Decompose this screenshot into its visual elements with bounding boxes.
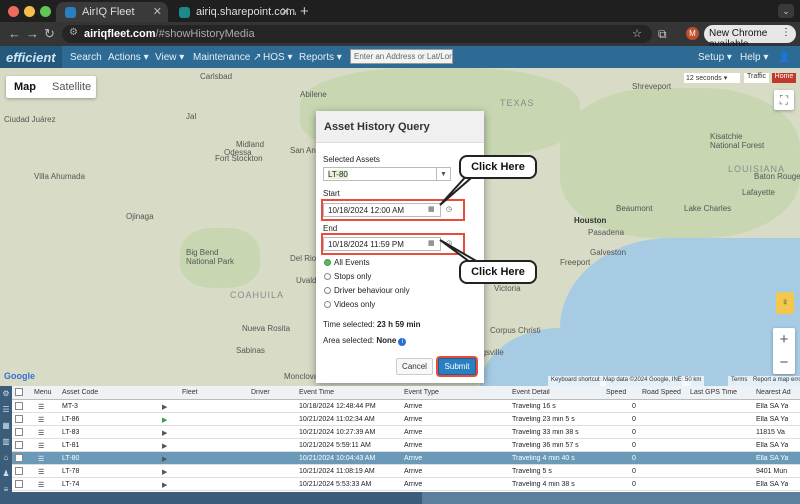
event-time-cell: 10/21/2024 10:27:39 AM (299, 429, 376, 436)
speed-cell: 0 (632, 442, 636, 449)
nearest-address-cell: Ella SA Ya (756, 403, 789, 410)
event-time-cell: 10/18/2024 12:48:44 PM (299, 403, 376, 410)
asset-code-cell: MT-3 (62, 403, 78, 410)
camera-icon[interactable]: ▶ (162, 416, 167, 424)
row-menu-icon[interactable]: ☰ (38, 481, 44, 489)
camera-icon[interactable]: ▶ (162, 481, 167, 489)
asset-grid: ⚙ ☰ ▦ ▥ ⌂ ♟ ≡ Menu Asset Code Fleet Driv… (0, 386, 800, 504)
row-menu-icon[interactable]: ☰ (38, 429, 44, 437)
nearest-address-cell: 11815 Va (756, 429, 785, 436)
filter-icon[interactable]: ☰ (0, 402, 12, 418)
table-row[interactable]: ☰ LT-74 ▶ 10/21/2024 5:53:33 AM Arrive Travel… (12, 478, 800, 491)
column-header[interactable]: Road Speed (642, 389, 681, 396)
row-checkbox[interactable] (15, 441, 23, 449)
event-time-cell: 10/21/2024 5:59:11 AM (299, 442, 371, 449)
row-checkbox[interactable] (15, 454, 23, 462)
row-menu-icon[interactable]: ☰ (38, 442, 44, 450)
table-row[interactable]: ☰ LT-80 ▶ 10/21/2024 10:04:43 AM Arrive Trave… (12, 452, 800, 465)
row-checkbox[interactable] (15, 428, 23, 436)
speed-cell: 0 (632, 429, 636, 436)
nearest-address-cell: Ella SA Ya (756, 481, 789, 488)
column-header[interactable]: Fleet (182, 389, 198, 396)
click-here-callout-bottom: Click Here (459, 260, 537, 284)
column-header[interactable]: Asset Code (62, 389, 98, 396)
camera-icon[interactable]: ▶ (162, 403, 167, 411)
camera-icon[interactable]: ▶ (162, 468, 167, 476)
event-time-cell: 10/21/2024 11:02:34 AM (299, 416, 375, 423)
nearest-address-cell: Ella SA Ya (756, 442, 789, 449)
grid-header-row: Menu Asset Code Fleet Driver Event Time … (12, 386, 800, 400)
click-here-callout-top: Click Here (459, 155, 537, 179)
columns-icon[interactable]: ▥ (0, 434, 12, 450)
column-header[interactable]: Menu (34, 389, 52, 396)
row-checkbox[interactable] (15, 467, 23, 475)
row-menu-icon[interactable]: ☰ (38, 403, 44, 411)
speed-cell: 0 (632, 468, 636, 475)
event-time-cell: 10/21/2024 10:04:43 AM (299, 455, 376, 462)
layers-icon[interactable]: ≡ (0, 482, 12, 498)
event-type-cell: Arrive (404, 429, 423, 436)
event-detail-cell: Traveling 4 min 40 s (512, 455, 575, 462)
table-row[interactable]: ☰ MT-3 ▶ 10/18/2024 12:48:44 PM Arrive Travel… (12, 400, 800, 413)
nearest-address-cell: 9401 Mun (756, 468, 788, 475)
event-detail-cell: Traveling 16 s (512, 403, 556, 410)
event-type-cell: Arrive (404, 403, 423, 410)
event-detail-cell: Traveling 5 s (512, 468, 552, 475)
nearest-address-cell: Ella SA Ya (756, 416, 789, 423)
event-type-cell: Arrive (404, 455, 423, 462)
asset-code-cell: LT-74 (62, 481, 80, 488)
speed-cell: 0 (632, 455, 636, 462)
asset-code-cell: LT-86 (62, 416, 80, 423)
table-row[interactable]: ☰ LT-78 ▶ 10/21/2024 11:08:19 AM Arrive Trave… (12, 465, 800, 478)
asset-code-cell: LT-83 (62, 429, 80, 436)
event-detail-cell: Traveling 4 min 38 s (512, 481, 575, 488)
column-header[interactable]: Speed (606, 389, 626, 396)
column-header[interactable]: Nearest Ad (756, 389, 791, 396)
event-detail-cell: Traveling 23 min 5 s (512, 416, 575, 423)
select-all-checkbox[interactable] (15, 388, 23, 396)
user-icon[interactable]: ♟ (0, 466, 12, 482)
speed-cell: 0 (632, 416, 636, 423)
nearest-address-cell: Ella SA Ya (756, 455, 789, 462)
event-type-cell: Arrive (404, 468, 423, 475)
camera-icon[interactable]: ▶ (162, 455, 167, 463)
column-header[interactable]: Event Time (299, 389, 334, 396)
event-detail-cell: Traveling 36 min 57 s (512, 442, 579, 449)
row-menu-icon[interactable]: ☰ (38, 468, 44, 476)
asset-code-cell: LT-80 (62, 455, 80, 462)
scrollbar-thumb[interactable] (12, 492, 422, 504)
tag-icon[interactable]: ⌂ (0, 450, 12, 466)
camera-icon[interactable]: ▶ (162, 429, 167, 437)
table-row[interactable]: ☰ LT-83 ▶ 10/21/2024 10:27:39 AM Arrive Trave… (12, 426, 800, 439)
event-time-cell: 10/21/2024 5:53:33 AM (299, 481, 372, 488)
column-header[interactable]: Driver (251, 389, 270, 396)
row-menu-icon[interactable]: ☰ (38, 416, 44, 424)
speed-cell: 0 (632, 403, 636, 410)
row-checkbox[interactable] (15, 402, 23, 410)
event-type-cell: Arrive (404, 416, 423, 423)
event-detail-cell: Traveling 33 min 38 s (512, 429, 579, 436)
row-menu-icon[interactable]: ☰ (38, 455, 44, 463)
table-row[interactable]: ☰ LT-86 ▶ 10/21/2024 11:02:34 AM Arrive Trave… (12, 413, 800, 426)
row-checkbox[interactable] (15, 480, 23, 488)
asset-code-cell: LT-81 (62, 442, 80, 449)
column-header[interactable]: Last GPS Time (690, 389, 737, 396)
event-type-cell: Arrive (404, 442, 423, 449)
callout-pointer-bottom (439, 239, 482, 263)
grid-icon[interactable]: ▦ (0, 418, 12, 434)
horizontal-scrollbar[interactable] (12, 492, 800, 504)
event-time-cell: 10/21/2024 11:08:19 AM (299, 468, 375, 475)
column-header[interactable]: Event Type (404, 389, 439, 396)
column-header[interactable]: Event Detail (512, 389, 550, 396)
grid-toolbar: ⚙ ☰ ▦ ▥ ⌂ ♟ ≡ (0, 386, 12, 504)
gear-icon[interactable]: ⚙ (0, 386, 12, 402)
row-checkbox[interactable] (15, 415, 23, 423)
event-type-cell: Arrive (404, 481, 423, 488)
asset-code-cell: LT-78 (62, 468, 80, 475)
camera-icon[interactable]: ▶ (162, 442, 167, 450)
table-row[interactable]: ☰ LT-81 ▶ 10/21/2024 5:59:11 AM Arrive Travel… (12, 439, 800, 452)
speed-cell: 0 (632, 481, 636, 488)
